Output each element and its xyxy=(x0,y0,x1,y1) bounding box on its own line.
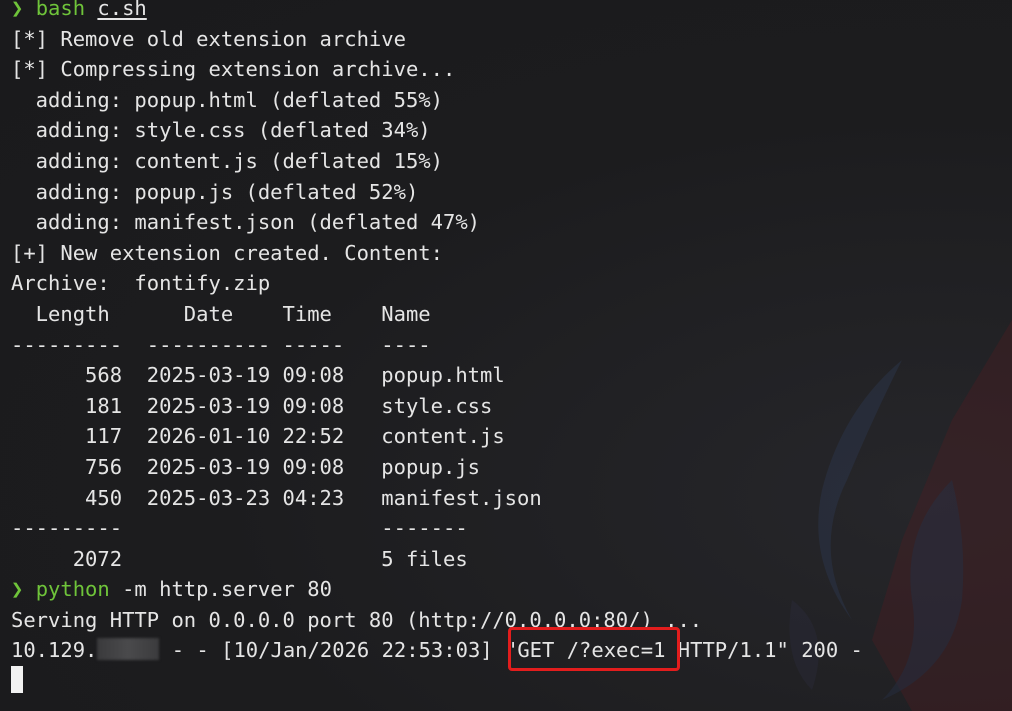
highlight-annotation xyxy=(508,627,680,671)
table-row: 181 2025-03-19 09:08 style.css xyxy=(11,393,493,418)
table-divider: --------- ------- xyxy=(11,516,468,541)
prompt-arrow-icon: ❯ xyxy=(11,0,24,20)
output-line: adding: manifest.json (deflated 47%) xyxy=(11,210,480,235)
output-line: adding: style.css (deflated 34%) xyxy=(11,118,431,143)
table-row: 450 2025-03-23 04:23 manifest.json xyxy=(11,485,542,510)
table-divider: --------- ---------- ----- ---- xyxy=(11,332,431,357)
output-line: [+] New extension created. Content: xyxy=(11,240,443,265)
prompt-line: ❯ bash c.sh xyxy=(11,0,1011,24)
terminal-window[interactable]: ❯ bash c.sh [*] Remove old extension arc… xyxy=(0,0,1012,711)
terminal-cursor xyxy=(11,666,23,693)
command-name: bash xyxy=(35,0,86,20)
prompt-line: ❯ python -m http.server 80 xyxy=(11,574,1011,605)
redacted-ip xyxy=(97,638,160,661)
output-line: adding: popup.html (deflated 55%) xyxy=(11,87,443,112)
table-row: 568 2025-03-19 09:08 popup.html xyxy=(11,363,505,388)
output-line: adding: content.js (deflated 15%) xyxy=(11,148,443,173)
prompt-arrow-icon: ❯ xyxy=(11,577,24,602)
table-header: Length Date Time Name xyxy=(11,301,431,326)
table-total: 2072 5 files xyxy=(11,546,468,571)
output-line: [*] Remove old extension archive xyxy=(11,26,406,51)
table-row: 756 2025-03-19 09:08 popup.js xyxy=(11,454,480,479)
command-args: -m http.server 80 xyxy=(109,577,332,602)
output-line: Archive: fontify.zip xyxy=(11,271,271,296)
table-row: 117 2026-01-10 22:52 content.js xyxy=(11,424,505,449)
command-arg: c.sh xyxy=(97,0,147,20)
output-line: adding: popup.js (deflated 52%) xyxy=(11,179,419,204)
command-name: python xyxy=(35,577,110,602)
ip-prefix: 10.129. xyxy=(11,638,98,663)
terminal-output: ❯ bash c.sh [*] Remove old extension arc… xyxy=(11,0,1011,666)
output-line: [*] Compressing extension archive... xyxy=(11,57,456,82)
